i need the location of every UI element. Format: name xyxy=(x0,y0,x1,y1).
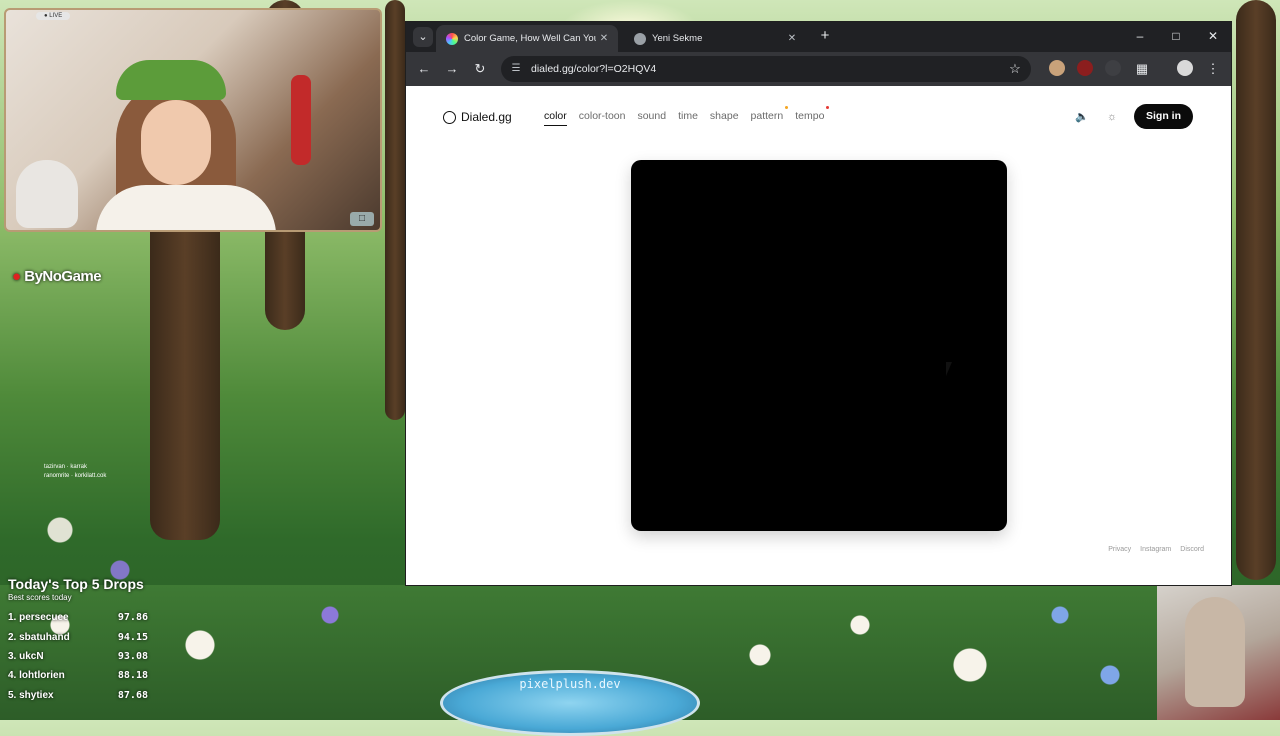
plus-icon[interactable]: + xyxy=(816,27,834,45)
rank: 1. xyxy=(8,612,17,624)
rank: 5. xyxy=(8,689,17,701)
leaderboard-row: 3. ukcN 93.08 xyxy=(8,647,148,666)
logo-text: Dialed.gg xyxy=(461,110,512,124)
player-score: 97.86 xyxy=(117,612,148,624)
leaderboard-title: Today's Top 5 Drops xyxy=(8,576,144,592)
live-badge: ● LIVE xyxy=(36,12,71,20)
minimize-icon[interactable]: – xyxy=(1125,27,1155,45)
close-window-icon[interactable]: ✕ xyxy=(1198,27,1228,45)
nav-tempo[interactable]: tempo xyxy=(795,106,830,126)
chat-line: ranomrite · korkilatt.cok xyxy=(44,473,107,479)
player-name: persecuee xyxy=(19,612,69,624)
game-nav: color color-toon sound time shape patter… xyxy=(544,106,836,126)
brand-logo: ● ByNoGame xyxy=(12,268,102,285)
player-name: shytiex xyxy=(19,689,54,701)
rank: 4. xyxy=(8,670,17,682)
url-text: dialed.gg/color?l=O2HQV4 xyxy=(531,63,657,75)
tab-new-tab[interactable]: Yeni Sekme ✕ xyxy=(624,25,806,52)
color-wheel-icon xyxy=(446,32,458,45)
sign-in-button[interactable]: Sign in xyxy=(1134,104,1193,129)
footer-discord[interactable]: Discord xyxy=(1180,546,1204,553)
streamer-hat xyxy=(116,60,226,100)
chrome-icon xyxy=(634,32,646,45)
new-dot xyxy=(826,106,830,109)
browser-window: ⌄ Color Game, How Well Can You ✕ Yeni Se… xyxy=(406,22,1231,585)
color-swatch[interactable] xyxy=(631,160,1007,531)
streamer-face xyxy=(141,100,211,185)
cat-prop xyxy=(1185,597,1245,707)
nav-color-toon[interactable]: color-toon xyxy=(579,110,626,126)
extension-avatar-icon[interactable] xyxy=(1049,60,1065,76)
tree-trunk xyxy=(1236,0,1276,580)
nav-time[interactable]: time xyxy=(678,110,698,126)
tree-trunk xyxy=(385,0,405,420)
brand-mark-icon: ● xyxy=(12,268,21,285)
chevron-down-icon[interactable]: ⌄ xyxy=(413,27,433,47)
tab-strip: ⌄ Color Game, How Well Can You ✕ Yeni Se… xyxy=(406,22,1231,52)
cat-icon: □ xyxy=(350,212,374,226)
chat-overlay: tazirvan · karrak ranomrite · korkilatt.… xyxy=(44,463,106,481)
nav-pattern[interactable]: pattern xyxy=(751,106,789,126)
mouse-cursor-icon xyxy=(946,362,958,376)
new-dot xyxy=(785,106,789,109)
extension-badge-icon[interactable] xyxy=(1077,60,1093,76)
leaderboard-subtitle: Best scores today xyxy=(8,593,72,602)
speaker-icon[interactable]: 🔈 xyxy=(1075,110,1089,124)
leaderboard: Today's Top 5 Drops Best scores today 1.… xyxy=(8,576,148,705)
brand-text: ByNoGame xyxy=(24,268,102,285)
tab-label: Color Game, How Well Can You xyxy=(464,33,596,44)
player-score: 88.18 xyxy=(117,670,148,682)
dial-icon xyxy=(443,110,456,124)
rank: 2. xyxy=(8,631,17,643)
microphone xyxy=(291,75,311,165)
kebab-menu-icon[interactable]: ⋮ xyxy=(1204,60,1222,78)
leaderboard-row: 5. shytiex 87.68 xyxy=(8,686,148,705)
footer-links: Privacy Instagram Discord xyxy=(1108,546,1204,553)
player-name: ukcN xyxy=(19,650,44,662)
extension-hidden-icon[interactable] xyxy=(1105,60,1121,76)
puzzle-icon[interactable]: ▦ xyxy=(1133,60,1151,78)
profile-avatar-icon[interactable] xyxy=(1177,60,1193,76)
maximize-icon[interactable]: □ xyxy=(1161,27,1191,45)
back-arrow-icon[interactable]: ← xyxy=(415,60,433,78)
player-score: 87.68 xyxy=(117,689,148,701)
reload-icon[interactable]: ↻ xyxy=(471,60,489,78)
chat-line: tazirvan · karrak xyxy=(44,464,88,470)
player-score: 93.08 xyxy=(117,650,148,662)
cat-video-overlay xyxy=(1157,585,1280,720)
tab-label: Yeni Sekme xyxy=(652,33,703,44)
player-name: sbatuhand xyxy=(19,631,70,643)
pixel-pool: pixelplush.dev xyxy=(440,670,700,736)
close-icon[interactable]: ✕ xyxy=(784,33,800,44)
player-name: lohtlorien xyxy=(19,670,65,682)
forward-arrow-icon[interactable]: → xyxy=(443,60,461,78)
browser-toolbar: ← → ↻ ☰ dialed.gg/color?l=O2HQV4 ☆ ▦ ⋮ xyxy=(406,52,1231,86)
rank: 3. xyxy=(8,650,17,662)
leaderboard-row: 4. lohtlorien 88.18 xyxy=(8,666,148,685)
footer-instagram[interactable]: Instagram xyxy=(1140,546,1171,553)
nav-sound[interactable]: sound xyxy=(637,110,666,126)
player-score: 94.15 xyxy=(117,631,148,643)
webcam-feed: ● LIVE □ xyxy=(4,8,382,232)
web-page: Dialed.gg color color-toon sound time sh… xyxy=(406,86,1231,585)
close-icon[interactable]: ✕ xyxy=(596,33,612,44)
address-bar[interactable]: ☰ dialed.gg/color?l=O2HQV4 ☆ xyxy=(501,56,1031,82)
leaderboard-row: 1. persecuee 97.86 xyxy=(8,608,148,627)
tab-color-game[interactable]: Color Game, How Well Can You ✕ xyxy=(436,25,618,52)
nav-color[interactable]: color xyxy=(544,110,567,126)
nav-shape[interactable]: shape xyxy=(710,110,739,126)
sun-icon[interactable]: ☼ xyxy=(1105,110,1119,124)
footer-privacy[interactable]: Privacy xyxy=(1108,546,1131,553)
leaderboard-row: 2. sbatuhand 94.15 xyxy=(8,627,148,646)
pool-label: pixelplush.dev xyxy=(519,677,621,691)
star-icon[interactable]: ☆ xyxy=(1005,59,1025,79)
streamer-body xyxy=(96,185,276,230)
site-settings-icon[interactable]: ☰ xyxy=(510,63,522,75)
cat-prop xyxy=(16,160,78,228)
site-logo[interactable]: Dialed.gg xyxy=(443,110,512,124)
